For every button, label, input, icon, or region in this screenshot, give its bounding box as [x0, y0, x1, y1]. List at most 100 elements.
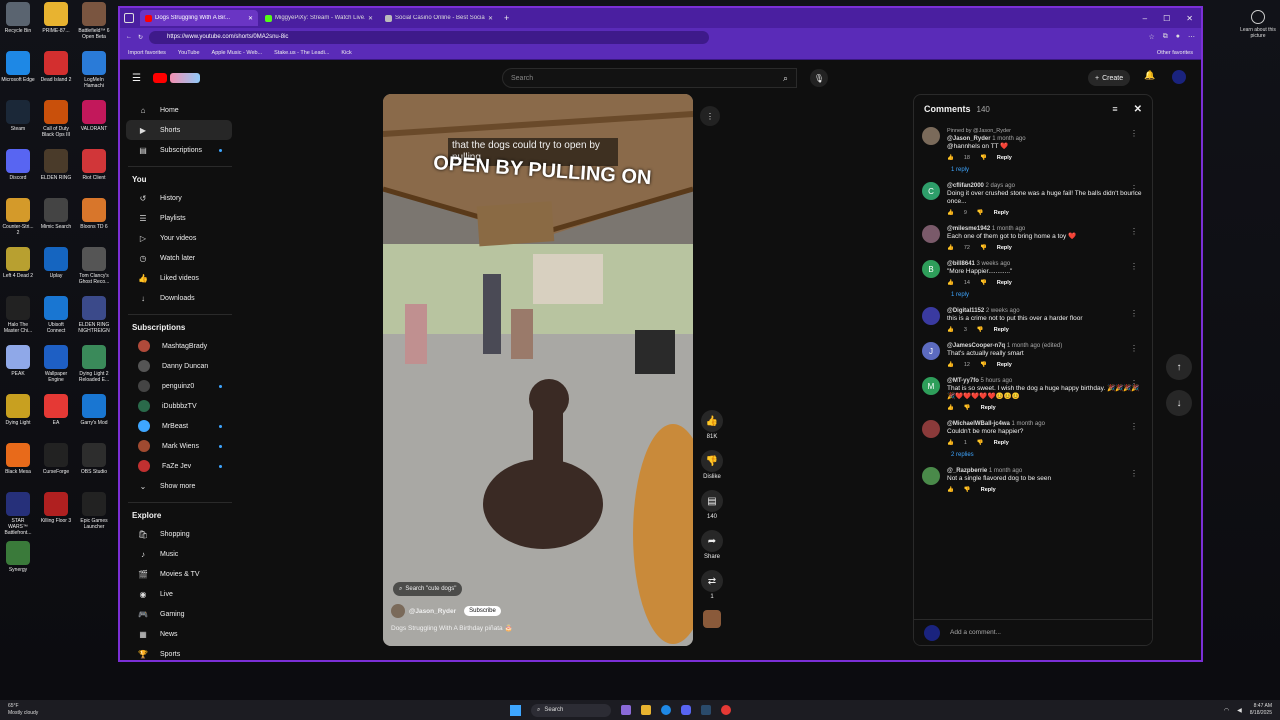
desktop-icon[interactable]: Discord	[1, 149, 35, 181]
desktop-icon[interactable]: Mimic Search	[39, 198, 73, 230]
reply-button[interactable]: Reply	[994, 326, 1009, 334]
reply-button[interactable]: Reply	[981, 486, 996, 494]
browser-tab[interactable]: Social Casino Online - Best Socia... ✕	[380, 10, 498, 26]
sidebar-item[interactable]: Mark Wiens	[126, 436, 232, 456]
steam-icon[interactable]	[701, 705, 711, 715]
view-replies-button[interactable]: 1 reply	[947, 166, 1144, 174]
sidebar-item[interactable]: ▦ News	[126, 624, 232, 644]
profile-icon[interactable]: ●	[1176, 33, 1180, 41]
comment-username[interactable]: @JamesCooper-n7q	[947, 343, 1005, 349]
comment-username[interactable]: @MichaelWBall-jc4wa	[947, 421, 1010, 427]
desktop-icon[interactable]: PEAK	[1, 345, 35, 377]
sidebar-item[interactable]: iDubbbzTV	[126, 396, 232, 416]
subscribe-button[interactable]: Subscribe	[464, 606, 501, 616]
sidebar-item[interactable]: Danny Duncan	[126, 356, 232, 376]
desktop-icon[interactable]: Garry's Mod	[77, 394, 111, 426]
sidebar-item[interactable]: ↓ Downloads	[126, 288, 232, 308]
search-icon[interactable]: ⌕	[783, 73, 788, 84]
sidebar-item[interactable]: ☰ Playlists	[126, 208, 232, 228]
comment-avatar[interactable]: C	[922, 182, 940, 200]
sidebar-item[interactable]: ⌂ Home	[126, 100, 232, 120]
comment-dislike-button[interactable]: 👎	[977, 209, 984, 217]
sidebar-item[interactable]: FaZe Jev	[126, 456, 232, 476]
desktop-icon[interactable]: Tom Clancy's Ghost Reco...	[77, 247, 111, 285]
comment-avatar[interactable]: J	[922, 342, 940, 360]
comment-like-button[interactable]: 👍	[947, 404, 954, 412]
comment-avatar[interactable]	[922, 307, 940, 325]
comment-more-icon[interactable]: ⋮	[1130, 262, 1138, 271]
sidebar-item[interactable]: penguinz0	[126, 376, 232, 396]
chrome-icon[interactable]	[721, 705, 731, 715]
comment-more-icon[interactable]: ⋮	[1130, 469, 1138, 478]
comment-avatar[interactable]	[922, 467, 940, 485]
comment-dislike-button[interactable]: 👎	[964, 404, 971, 412]
reply-button[interactable]: Reply	[997, 361, 1012, 369]
close-icon[interactable]: ✕	[1134, 104, 1142, 115]
desktop-icon[interactable]: ELDEN RING	[39, 149, 73, 181]
sidebar-item[interactable]: 🎮 Gaming	[126, 604, 232, 624]
comment-like-button[interactable]: 👍	[947, 154, 954, 162]
new-tab-button[interactable]: +	[504, 13, 509, 23]
refresh-icon[interactable]: ↻	[138, 34, 143, 41]
desktop-icon[interactable]: ELDEN RING NIGHTREIGN	[77, 296, 111, 334]
sidebar-item[interactable]: ↺ History	[126, 188, 232, 208]
desktop-icon[interactable]: Synergy	[1, 541, 35, 573]
desktop-icon[interactable]: LogMeIn Hamachi	[77, 51, 111, 89]
comment-username[interactable]: @cflifan2000	[947, 183, 984, 189]
tab-actions-icon[interactable]	[124, 13, 134, 23]
comment-username[interactable]: @bill8641	[947, 261, 975, 267]
reply-button[interactable]: Reply	[997, 244, 1012, 252]
comment-more-icon[interactable]: ⋮	[1130, 422, 1138, 431]
bookmark-item[interactable]: YouTube	[178, 50, 200, 56]
comment-dislike-button[interactable]: 👎	[964, 486, 971, 494]
comment-more-icon[interactable]: ⋮	[1130, 344, 1138, 353]
browser-tab[interactable]: Dogs Struggling With A Bir... ✕	[140, 10, 258, 26]
search-box[interactable]: Search ⌕	[502, 68, 797, 88]
comment-username[interactable]: @Digital1152	[947, 308, 984, 314]
add-comment-input[interactable]: Add a comment...	[950, 629, 1001, 636]
sidebar-item[interactable]: ▶ Shorts	[126, 120, 232, 140]
reply-button[interactable]: Reply	[981, 404, 996, 412]
comment-like-button[interactable]: 👍	[947, 486, 954, 494]
sound-thumbnail[interactable]	[703, 610, 721, 628]
hamburger-menu-icon[interactable]: ☰	[132, 73, 141, 84]
bookmark-item[interactable]: Apple Music - Web...	[212, 50, 263, 56]
desktop-icon[interactable]: OBS Studio	[77, 443, 111, 475]
close-window-button[interactable]: ✕	[1186, 14, 1193, 23]
create-button[interactable]: + Create	[1088, 70, 1131, 86]
comment-dislike-button[interactable]: 👎	[980, 361, 987, 369]
comment-more-icon[interactable]: ⋮	[1130, 184, 1138, 193]
desktop-icon[interactable]: Black Mesa	[1, 443, 35, 475]
wifi-icon[interactable]: ◠	[1224, 707, 1229, 714]
desktop-icon[interactable]: Microsoft Edge	[1, 51, 35, 83]
desktop-icon[interactable]: Steam	[1, 100, 35, 132]
tab-close-icon[interactable]: ✕	[368, 15, 373, 22]
comment-username[interactable]: @_Razpberrie	[947, 468, 987, 474]
voice-search-icon[interactable]: 🎙	[810, 69, 828, 87]
bookmark-item[interactable]: Stake.us - The Leadi...	[274, 50, 329, 56]
comments-button[interactable]: ▤	[701, 490, 723, 512]
comment-more-icon[interactable]: ⋮	[1130, 379, 1138, 388]
comment-dislike-button[interactable]: 👎	[977, 439, 984, 447]
comment-more-icon[interactable]: ⋮	[1130, 227, 1138, 236]
sidebar-item[interactable]: ◉ Live	[126, 584, 232, 604]
sidebar-item[interactable]: 👍 Liked videos	[126, 268, 232, 288]
next-short-button[interactable]: ↓	[1166, 390, 1192, 416]
menu-dots-icon[interactable]: ⋯	[1188, 33, 1195, 41]
comment-username[interactable]: @milesme1942	[947, 226, 990, 232]
reply-button[interactable]: Reply	[997, 154, 1012, 162]
desktop-icon[interactable]: EA	[39, 394, 73, 426]
comment-dislike-button[interactable]: 👎	[980, 154, 987, 162]
comment-like-button[interactable]: 👍	[947, 326, 954, 334]
desktop-icon[interactable]: STAR WARS™ Battlefront...	[1, 492, 35, 536]
share-button[interactable]: ➦	[701, 530, 723, 552]
reply-button[interactable]: Reply	[997, 279, 1012, 287]
comment-dislike-button[interactable]: 👎	[980, 279, 987, 287]
volume-icon[interactable]: ◀	[1237, 707, 1242, 714]
comment-dislike-button[interactable]: 👎	[980, 244, 987, 252]
start-windows-icon[interactable]	[510, 704, 521, 716]
like-button[interactable]: 👍	[701, 410, 723, 432]
desktop-icon[interactable]: Epic Games Launcher	[77, 492, 111, 530]
sidebar-item[interactable]: ♪ Music	[126, 544, 232, 564]
comment-username[interactable]: @Jason_Ryder	[947, 136, 991, 142]
